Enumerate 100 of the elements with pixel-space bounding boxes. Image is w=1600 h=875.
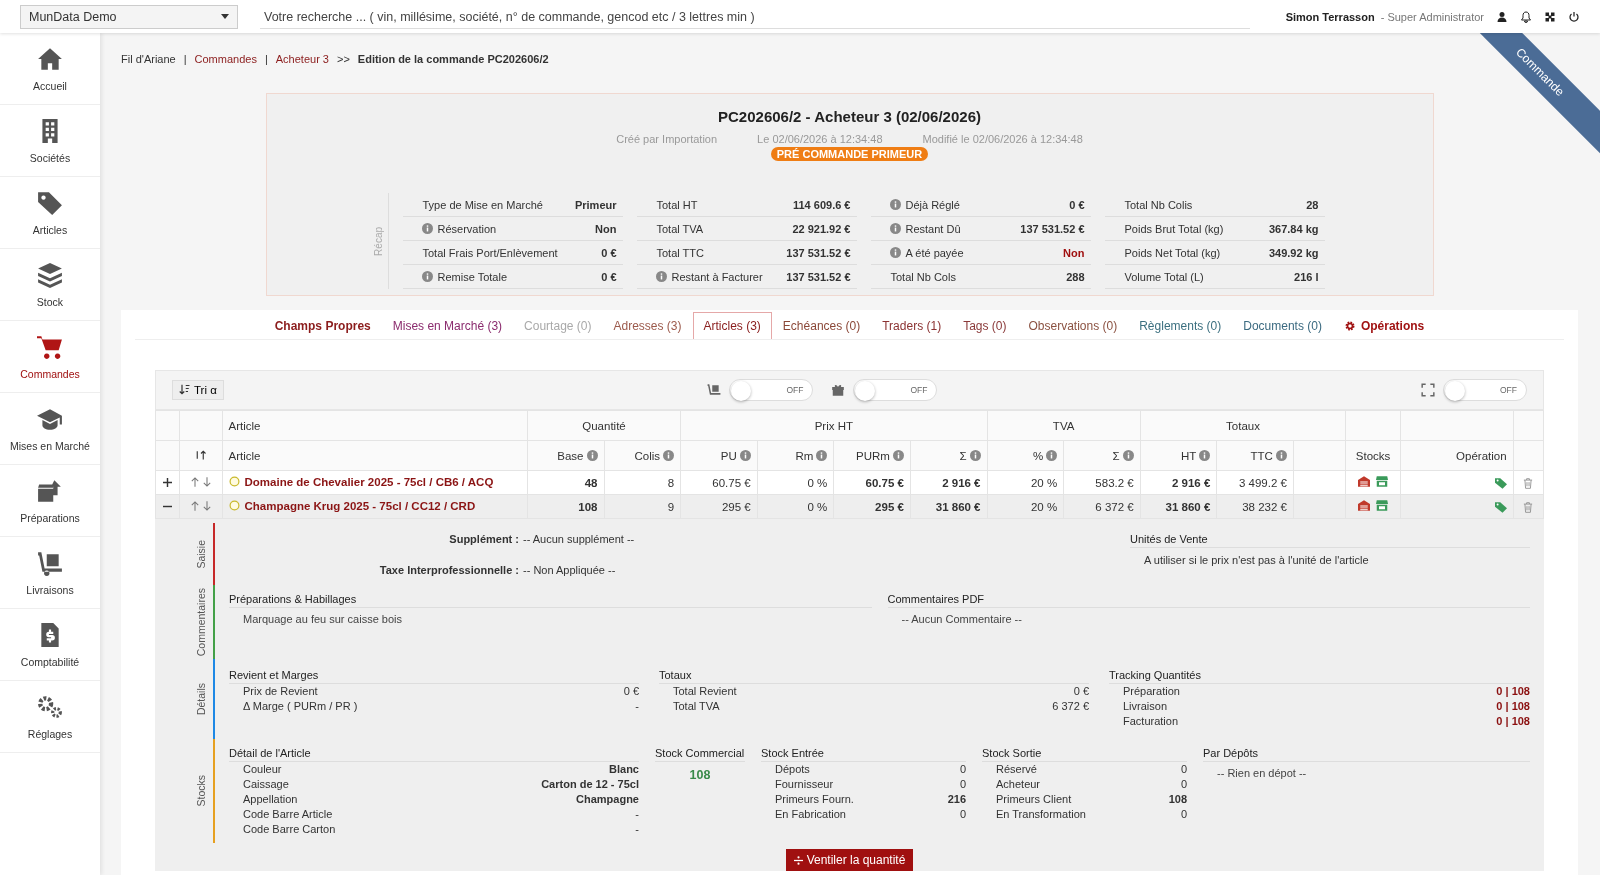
column-header[interactable]: Σ <box>959 450 967 462</box>
breadcrumb-link[interactable]: Acheteur 3 <box>275 53 329 65</box>
shop-icon[interactable] <box>1376 500 1389 511</box>
expand-icon[interactable] <box>163 477 173 487</box>
column-header[interactable]: Colis <box>634 450 661 462</box>
column-header[interactable]: Article <box>228 450 261 462</box>
detail-value: 0 € <box>623 684 639 699</box>
column-header[interactable]: TTC <box>1250 450 1273 462</box>
tab[interactable]: Observations (0) <box>1017 312 1129 339</box>
breadcrumb-link[interactable]: Commandes <box>194 53 257 65</box>
detail-label: Livraison <box>1123 699 1168 714</box>
toggle-switch[interactable]: OFF <box>1443 379 1527 401</box>
tab[interactable]: Champs Propres <box>263 312 382 339</box>
tab[interactable]: Mises en Marché (3) <box>381 312 514 339</box>
info-icon[interactable] <box>421 271 433 282</box>
column-header[interactable]: PURm <box>856 450 890 462</box>
info-icon[interactable] <box>1122 450 1134 462</box>
tab[interactable]: Documents (0) <box>1232 312 1333 339</box>
nav-item[interactable]: Comptabilité <box>0 609 100 681</box>
recap-value: 0 € <box>601 246 617 259</box>
instance-select[interactable]: MunData Demo <box>20 4 238 29</box>
block-title: Stock Entrée <box>761 745 966 762</box>
info-icon[interactable] <box>889 247 901 258</box>
tab[interactable]: Articles (3) <box>692 312 772 339</box>
recap-label-text: Type de Mise en Marché <box>422 198 544 211</box>
nav-item[interactable]: Réglages <box>0 681 100 753</box>
warehouse-icon[interactable] <box>1358 476 1371 487</box>
move-down-icon[interactable] <box>202 500 211 511</box>
breadcrumb-separator: | <box>183 53 187 65</box>
power-icon[interactable] <box>1568 10 1580 23</box>
tab[interactable]: Echéances (0) <box>771 312 872 339</box>
sort-icon[interactable] <box>194 448 207 461</box>
breadcrumb-separator: >> <box>336 53 350 65</box>
split-quantity-button[interactable]: Ventiler la quantité <box>785 849 914 871</box>
nav-item[interactable]: Préparations <box>0 465 100 537</box>
nav-item[interactable]: Accueil <box>0 33 100 105</box>
move-up-icon[interactable] <box>190 500 199 511</box>
move-down-icon[interactable] <box>202 476 211 487</box>
info-icon[interactable] <box>892 450 904 462</box>
info-icon[interactable] <box>655 271 667 282</box>
search-input[interactable]: Votre recherche ... ( vin, millésime, société, n° de commande, gencod etc / 3 lettres min ) <box>260 7 1020 26</box>
detail-label: Préparation <box>1123 684 1180 699</box>
info-icon[interactable] <box>586 450 598 462</box>
column-header[interactable]: PU <box>720 450 737 462</box>
fullscreen-icon[interactable] <box>1421 383 1435 397</box>
recap-value: 137 531.52 € <box>1020 222 1085 235</box>
nav-item[interactable]: Sociétés <box>0 105 100 177</box>
order-title: PC202606/2 - Acheteur 3 (02/06/2026) <box>717 108 982 125</box>
tab[interactable]: Opérations <box>1332 312 1436 339</box>
column-header[interactable]: Σ <box>1112 450 1120 462</box>
info-icon[interactable] <box>421 223 433 234</box>
detail-label: Couleur <box>243 762 282 777</box>
nav-item[interactable]: Articles <box>0 177 100 249</box>
column-header[interactable]: % <box>1032 450 1044 462</box>
nav-item[interactable]: Commandes <box>0 321 100 393</box>
column-header[interactable]: Base <box>557 450 584 462</box>
info-icon[interactable] <box>969 450 981 462</box>
info-icon[interactable] <box>889 223 901 234</box>
user-name[interactable]: Simon Terrasson <box>1285 10 1375 23</box>
info-icon[interactable] <box>1046 450 1058 462</box>
sort-button[interactable]: Tri α <box>172 380 224 400</box>
detail-value: 0 | 108 <box>1496 684 1530 699</box>
nav-item[interactable]: Livraisons <box>0 537 100 609</box>
column-header[interactable]: Rm <box>795 450 814 462</box>
info-icon[interactable] <box>816 450 828 462</box>
column-header[interactable]: HT <box>1180 450 1197 462</box>
info-icon[interactable] <box>1275 450 1287 462</box>
nav-item[interactable]: Mises en Marché <box>0 393 100 465</box>
trash-icon[interactable] <box>1522 477 1535 489</box>
info-icon[interactable] <box>1199 450 1211 462</box>
recap-label-text: Réservation <box>437 222 498 235</box>
detail-value: 0 <box>959 807 966 822</box>
recap-label-text: Total TTC <box>656 246 705 259</box>
info-icon[interactable] <box>663 450 675 462</box>
tab[interactable]: Traders (1) <box>871 312 953 339</box>
detail-label: Code Barre Article <box>243 807 333 822</box>
tab[interactable]: Tags (0) <box>952 312 1018 339</box>
recap-label-text: A été payée <box>905 246 965 259</box>
move-up-icon[interactable] <box>190 476 199 487</box>
tab[interactable]: Adresses (3) <box>602 312 693 339</box>
field-value[interactable]: -- Aucun supplément -- <box>523 532 635 545</box>
detail-value: 6 372 € <box>1052 699 1089 714</box>
grid-icon[interactable] <box>1544 10 1556 23</box>
nav-item[interactable]: Stock <box>0 249 100 321</box>
tag-icon[interactable] <box>1494 477 1507 489</box>
table-cell: 295 € <box>721 500 751 513</box>
toggle-switch[interactable]: OFF <box>729 379 814 401</box>
field-value[interactable]: -- Non Appliquée -- <box>523 563 616 576</box>
tab[interactable]: Règlements (0) <box>1128 312 1233 339</box>
warehouse-icon[interactable] <box>1358 500 1371 511</box>
notification-bell-icon[interactable] <box>1520 10 1532 23</box>
detail-label: Prix de Revient <box>243 684 318 699</box>
shop-icon[interactable] <box>1376 476 1389 487</box>
toggle-switch[interactable]: OFF <box>853 379 938 401</box>
info-icon[interactable] <box>739 450 751 462</box>
detail-label: Total TVA <box>673 699 720 714</box>
tag-icon[interactable] <box>1494 501 1507 513</box>
info-icon[interactable] <box>889 199 901 210</box>
trash-icon[interactable] <box>1522 501 1535 513</box>
user-icon[interactable] <box>1496 10 1508 23</box>
